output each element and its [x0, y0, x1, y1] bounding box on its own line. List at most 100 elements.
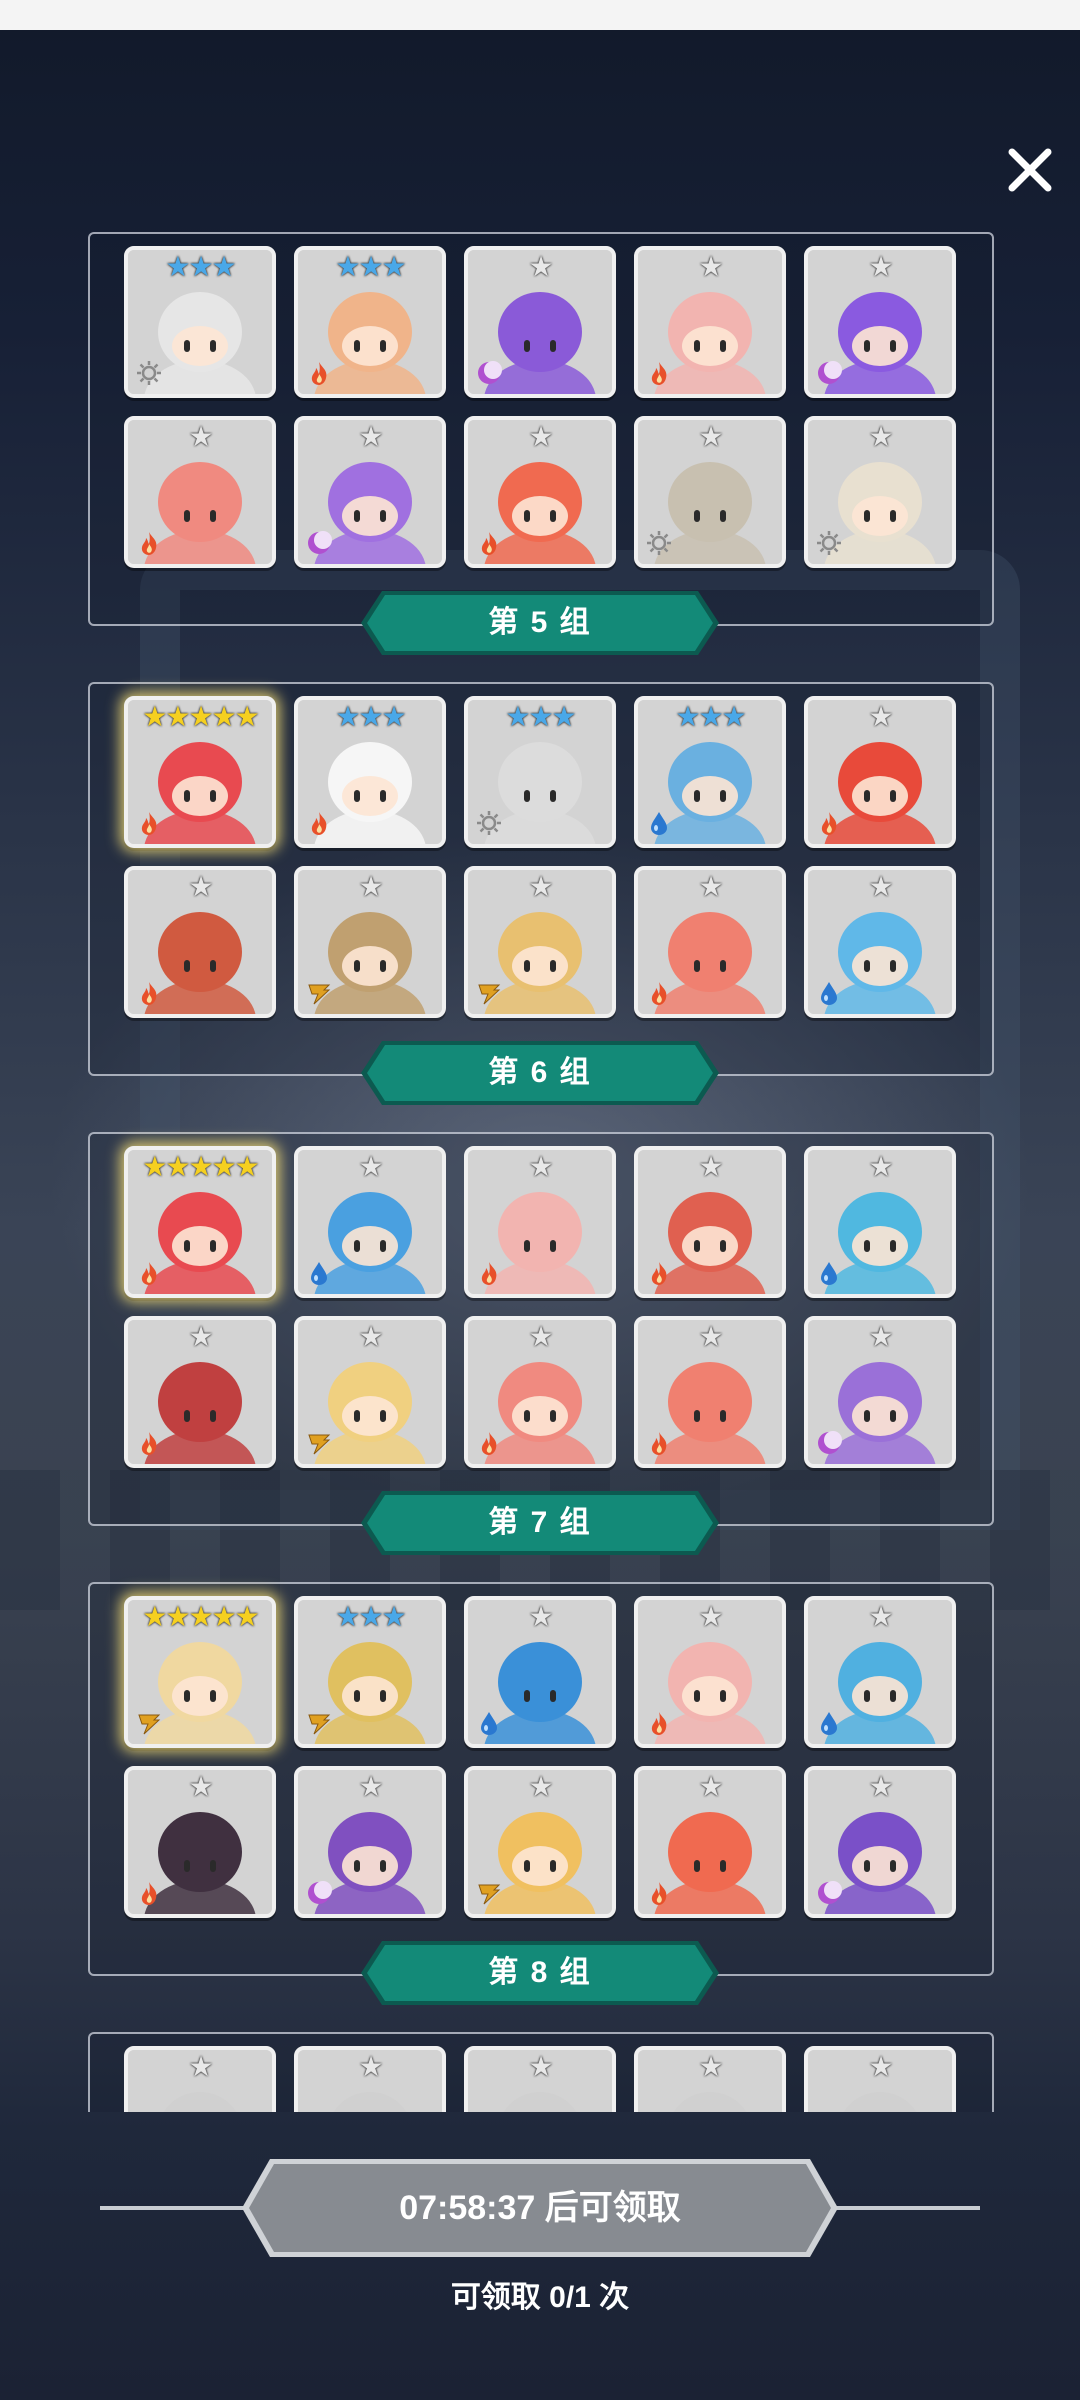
- star-rating: ★: [358, 1321, 383, 1352]
- star-rating: ★: [528, 1601, 553, 1632]
- thunder-element-icon: [478, 1884, 501, 1905]
- star-rating: ★★★★★: [142, 701, 260, 732]
- hero-group: ★★★★★ ★★★ ★★★ ★★★ ★ ★ ★ ★ ★ ★ 第 6 组: [88, 682, 994, 1105]
- fire-element-icon: [651, 1712, 667, 1735]
- hero-card[interactable]: ★: [464, 2046, 616, 2112]
- hero-card[interactable]: ★: [124, 866, 276, 1018]
- hero-card[interactable]: ★★★★★: [124, 1596, 276, 1748]
- star-rating: ★: [188, 1321, 213, 1352]
- star-rating: ★: [698, 1151, 723, 1182]
- group-label-text: 第 5 组: [488, 606, 592, 639]
- close-button[interactable]: [1000, 140, 1060, 200]
- hero-card[interactable]: ★: [634, 246, 786, 398]
- water-element-icon: [481, 1712, 497, 1735]
- hero-card[interactable]: ★: [124, 1316, 276, 1468]
- hero-card[interactable]: ★★★: [124, 246, 276, 398]
- star-rating: ★: [868, 2051, 893, 2082]
- star-rating: ★: [528, 421, 553, 452]
- fire-element-icon: [651, 1262, 667, 1285]
- hero-card[interactable]: ★: [804, 1766, 956, 1918]
- star-rating: ★: [528, 2051, 553, 2082]
- star-rating: ★: [358, 421, 383, 452]
- hero-card[interactable]: ★: [464, 1316, 616, 1468]
- hero-card[interactable]: ★: [634, 2046, 786, 2112]
- water-element-icon: [311, 1262, 327, 1285]
- group-label: 第 6 组: [360, 1040, 720, 1106]
- star-rating: ★: [358, 1151, 383, 1182]
- hero-card[interactable]: ★★★★★: [124, 696, 276, 848]
- fire-element-icon: [821, 812, 837, 835]
- claim-count-text: 可领取 0/1 次: [450, 2281, 630, 2314]
- hero-card[interactable]: ★: [634, 1766, 786, 1918]
- star-rating: ★: [188, 871, 213, 902]
- star-rating: ★: [698, 251, 723, 282]
- hero-card[interactable]: ★: [804, 696, 956, 848]
- light-element-icon: [137, 361, 161, 385]
- hero-card[interactable]: ★★★: [294, 696, 446, 848]
- hero-card[interactable]: ★: [804, 866, 956, 1018]
- hero-card[interactable]: ★: [804, 1316, 956, 1468]
- hero-card[interactable]: ★: [294, 1766, 446, 1918]
- hero-card[interactable]: ★: [464, 1766, 616, 1918]
- hero-card[interactable]: ★: [294, 866, 446, 1018]
- hero-card[interactable]: ★: [294, 416, 446, 568]
- star-rating: ★: [698, 2051, 723, 2082]
- group-list[interactable]: ★★★ ★★★ ★ ★ ★ ★ ★ ★ ★ ★ 第 5 组 ★★★★★ ★★★ ★★★ ★★★ ★ ★ ★ ★ ★ ★ 第…: [0, 232, 1080, 2112]
- water-element-icon: [651, 812, 667, 835]
- hero-card[interactable]: ★: [124, 2046, 276, 2112]
- hero-card[interactable]: ★: [634, 1316, 786, 1468]
- star-rating: ★★★★★: [142, 1151, 260, 1182]
- hero-card[interactable]: ★: [464, 866, 616, 1018]
- hero-card[interactable]: ★: [634, 1596, 786, 1748]
- star-rating: ★: [188, 2051, 213, 2082]
- hero-card[interactable]: ★: [634, 416, 786, 568]
- star-rating: ★: [868, 1601, 893, 1632]
- status-bar: [0, 0, 1080, 30]
- hero-card[interactable]: ★★★: [464, 696, 616, 848]
- star-rating: ★: [868, 421, 893, 452]
- hero-card[interactable]: ★: [464, 1146, 616, 1298]
- hero-card[interactable]: ★★★: [294, 1596, 446, 1748]
- claim-button[interactable]: 07:58:37 后可领取: [240, 2157, 840, 2259]
- fire-element-icon: [141, 1262, 157, 1285]
- hero-card[interactable]: ★: [634, 1146, 786, 1298]
- hero-grid: ★★★★★★★★★★★★★★: [124, 1146, 956, 1468]
- hero-card[interactable]: ★★★: [634, 696, 786, 848]
- thunder-element-icon: [478, 984, 501, 1005]
- dark-element-icon: [818, 361, 842, 384]
- star-rating: ★: [868, 251, 893, 282]
- hero-card[interactable]: ★: [464, 1596, 616, 1748]
- hero-card[interactable]: ★: [804, 1596, 956, 1748]
- hero-card[interactable]: ★: [464, 416, 616, 568]
- group-label: 第 8 组: [360, 1940, 720, 2006]
- dark-element-icon: [308, 531, 332, 554]
- group-label: 第 7 组: [360, 1490, 720, 1556]
- hero-card[interactable]: ★★★: [294, 246, 446, 398]
- water-element-icon: [821, 1712, 837, 1735]
- hero-card[interactable]: ★: [294, 2046, 446, 2112]
- hero-card[interactable]: ★: [464, 246, 616, 398]
- fire-element-icon: [141, 812, 157, 835]
- hero-card[interactable]: ★: [804, 2046, 956, 2112]
- thunder-element-icon: [138, 1714, 161, 1735]
- thunder-element-icon: [308, 1714, 331, 1735]
- hero-card[interactable]: ★: [804, 416, 956, 568]
- hero-card[interactable]: ★: [124, 1766, 276, 1918]
- star-rating: ★: [868, 1321, 893, 1352]
- fire-element-icon: [141, 1432, 157, 1455]
- hero-card[interactable]: ★: [294, 1146, 446, 1298]
- hero-card[interactable]: ★: [124, 416, 276, 568]
- hero-card[interactable]: ★★★★★: [124, 1146, 276, 1298]
- hero-card[interactable]: ★: [804, 1146, 956, 1298]
- star-rating: ★: [868, 871, 893, 902]
- dark-element-icon: [818, 1431, 842, 1454]
- fire-element-icon: [141, 1882, 157, 1905]
- star-rating: ★: [698, 1601, 723, 1632]
- hero-card[interactable]: ★: [294, 1316, 446, 1468]
- star-rating: ★: [358, 1771, 383, 1802]
- hero-card[interactable]: ★: [804, 246, 956, 398]
- hero-group: ★★★★★ ★★★ ★ ★ ★ ★ ★ ★ ★ ★ 第 8 组: [88, 1582, 994, 2005]
- hero-card[interactable]: ★: [634, 866, 786, 1018]
- fire-element-icon: [651, 982, 667, 1005]
- hero-grid: ★★★★★ ★★★ ★ ★ ★ ★ ★ ★ ★ ★: [124, 1596, 956, 1918]
